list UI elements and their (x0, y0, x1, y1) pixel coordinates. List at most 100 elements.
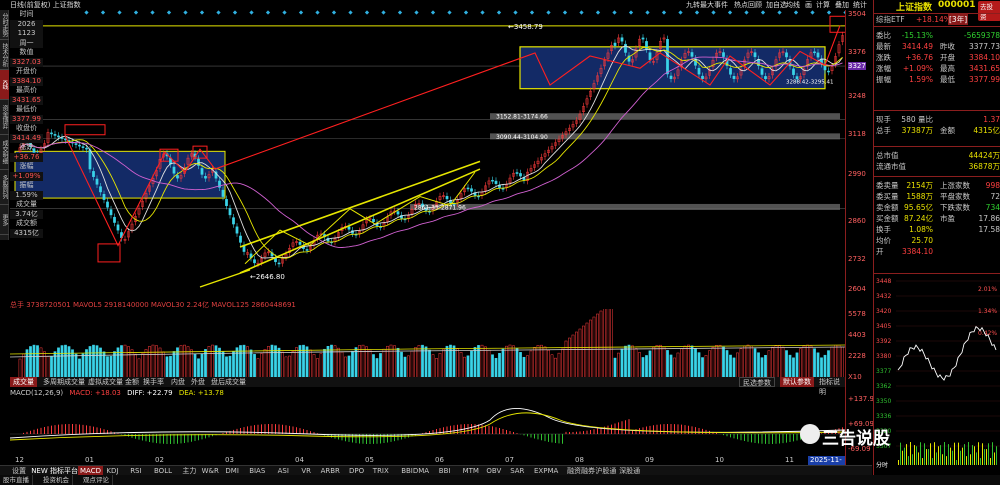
subtab-turnover[interactable]: 换手率 (140, 377, 167, 387)
vtab-timeshare[interactable]: 分时走势 (0, 10, 9, 40)
menu-calc[interactable]: 计算 (816, 0, 830, 10)
volume-bar (200, 353, 204, 379)
quote-key: 卖金额 (876, 203, 899, 212)
quote-key-2: 上涨家数 (940, 181, 970, 190)
highlight-box (97, 243, 121, 263)
macd-legend: MACD(12,26,9) MACD: +18.03 DIFF: +22.79 … (10, 389, 224, 397)
mini-pct-label: 1.34% (978, 308, 997, 315)
subtab-inner[interactable]: 内盘 (168, 377, 188, 387)
volume-bar (71, 349, 74, 379)
volume-bar (473, 347, 477, 379)
vtab-detail[interactable]: 成交明细 (0, 135, 9, 170)
bottom-opinion[interactable]: 观点评论 (80, 475, 113, 485)
quote-value-2: 17.58 (978, 225, 1000, 234)
volume-bar (64, 344, 67, 379)
info-value: 3327.03 (10, 57, 43, 67)
menu-draw[interactable]: 画 (805, 0, 812, 10)
mini-volume-bar (898, 460, 899, 465)
volume-bar (680, 348, 683, 379)
mini-volume-bar (902, 450, 903, 465)
volume-bar (582, 325, 585, 379)
menu-ma[interactable]: 均线 (786, 0, 800, 10)
volume-bar (673, 357, 676, 379)
volume-bar (396, 347, 400, 379)
etf-period-button[interactable]: [3年] (948, 14, 969, 25)
subtab-default-params[interactable]: 默认参数 (780, 377, 814, 387)
volume-bar (218, 347, 221, 379)
menu-hot-review[interactable]: 热点回顾 (734, 0, 762, 10)
menu-add-watch[interactable]: 加自选 (766, 0, 787, 10)
volume-chart[interactable] (10, 309, 845, 379)
menu-major-events[interactable]: 最大事件 (700, 0, 728, 10)
volume-bar (288, 355, 291, 379)
volume-bar (242, 344, 246, 379)
menu-stats[interactable]: 统计 (853, 0, 867, 10)
signal-marker (760, 10, 766, 15)
mini-volume-bar (966, 456, 967, 465)
vtab-capital[interactable]: 资金博弈 (0, 100, 9, 135)
volume-bar (792, 357, 795, 379)
candle-body (470, 188, 473, 192)
volume-bar (351, 350, 354, 379)
subtab-virtual[interactable]: 虚拟成交量 (85, 377, 126, 387)
volume-bar (526, 355, 529, 379)
volume-bar (484, 346, 487, 379)
vtab-multi[interactable]: 多股同列 (0, 170, 9, 205)
volume-bar (676, 352, 680, 379)
volume-bar (400, 351, 403, 379)
vtab-technical[interactable]: 技术分析 (0, 40, 9, 70)
etf-row[interactable]: 综指ETF +18.14% [3年] (874, 14, 1000, 25)
kline-main-chart[interactable]: ←3458.79 ←2646.80 3152.81-3174.66 3090.44-3… (10, 10, 845, 295)
mini-volume-bar (974, 446, 975, 465)
candle-body (239, 235, 242, 243)
mini-volume-bar (956, 459, 957, 465)
volume-bar (445, 345, 449, 379)
signal-marker (348, 10, 353, 15)
subtab-after-hours[interactable]: 盘后成交量 (208, 377, 249, 387)
volume-bar (659, 344, 662, 379)
subtab-outer[interactable]: 外盘 (188, 377, 208, 387)
bottom-opportunity[interactable]: 投资机会 (40, 475, 73, 485)
candle-body (232, 217, 235, 225)
mini-volume-bar (930, 443, 931, 465)
info-value: 3414.49 (10, 133, 43, 143)
subtab-amount[interactable]: 金额 (122, 377, 142, 387)
volume-bar (760, 357, 764, 379)
quote-value-2: 1.37 (983, 115, 1000, 124)
vtab-kline[interactable]: K线 (0, 70, 9, 100)
volume-bar (417, 345, 421, 379)
menu-jiuzhuan[interactable]: 九转 (686, 0, 700, 10)
signal-marker (579, 10, 584, 15)
info-value: +1.09% (10, 171, 43, 181)
volume-bar (466, 355, 470, 379)
volume-bar (221, 351, 225, 379)
menu-overlay[interactable]: 叠加 (835, 0, 849, 10)
subtab-multi-period[interactable]: 多周期成交量 (40, 377, 88, 387)
subtab-custom-params[interactable]: 民选参数 (739, 377, 775, 387)
quote-row: 涨幅 +1.09% 最高 3431.65 (874, 63, 1000, 74)
vtab-more[interactable]: 更多 (0, 205, 9, 235)
info-key: 收盘价 (16, 124, 37, 132)
mini-volume-bar (978, 442, 979, 465)
volume-bar (599, 310, 603, 379)
subtab-indicator-help[interactable]: 指标说明 (816, 377, 845, 396)
annot-zone4: 3288.42-3295.41 (786, 80, 833, 86)
bottom-live[interactable]: 股市直播 (0, 475, 33, 485)
volume-bar (515, 348, 519, 379)
candle-body (225, 199, 228, 206)
y-tick-label: 3327 (848, 62, 866, 70)
signal-marker (661, 10, 667, 15)
quote-key: 委买量 (876, 192, 899, 201)
volume-bar (823, 354, 827, 379)
timeshare-mini-chart[interactable]: 3448 3432 3420 3405 3392 3380 3377 3362 3350 3336… (874, 275, 1000, 470)
subtab-volume[interactable]: 成交量 (10, 377, 37, 387)
mini-volume-bar (962, 447, 963, 465)
volume-bar (403, 356, 407, 379)
volume-bar (375, 358, 379, 379)
mini-volume-bar (914, 445, 915, 465)
macd-chart[interactable] (10, 398, 845, 456)
signal-marker (232, 10, 238, 15)
candle-body (74, 143, 78, 145)
volume-bar (438, 353, 442, 379)
candle-body (792, 68, 795, 75)
